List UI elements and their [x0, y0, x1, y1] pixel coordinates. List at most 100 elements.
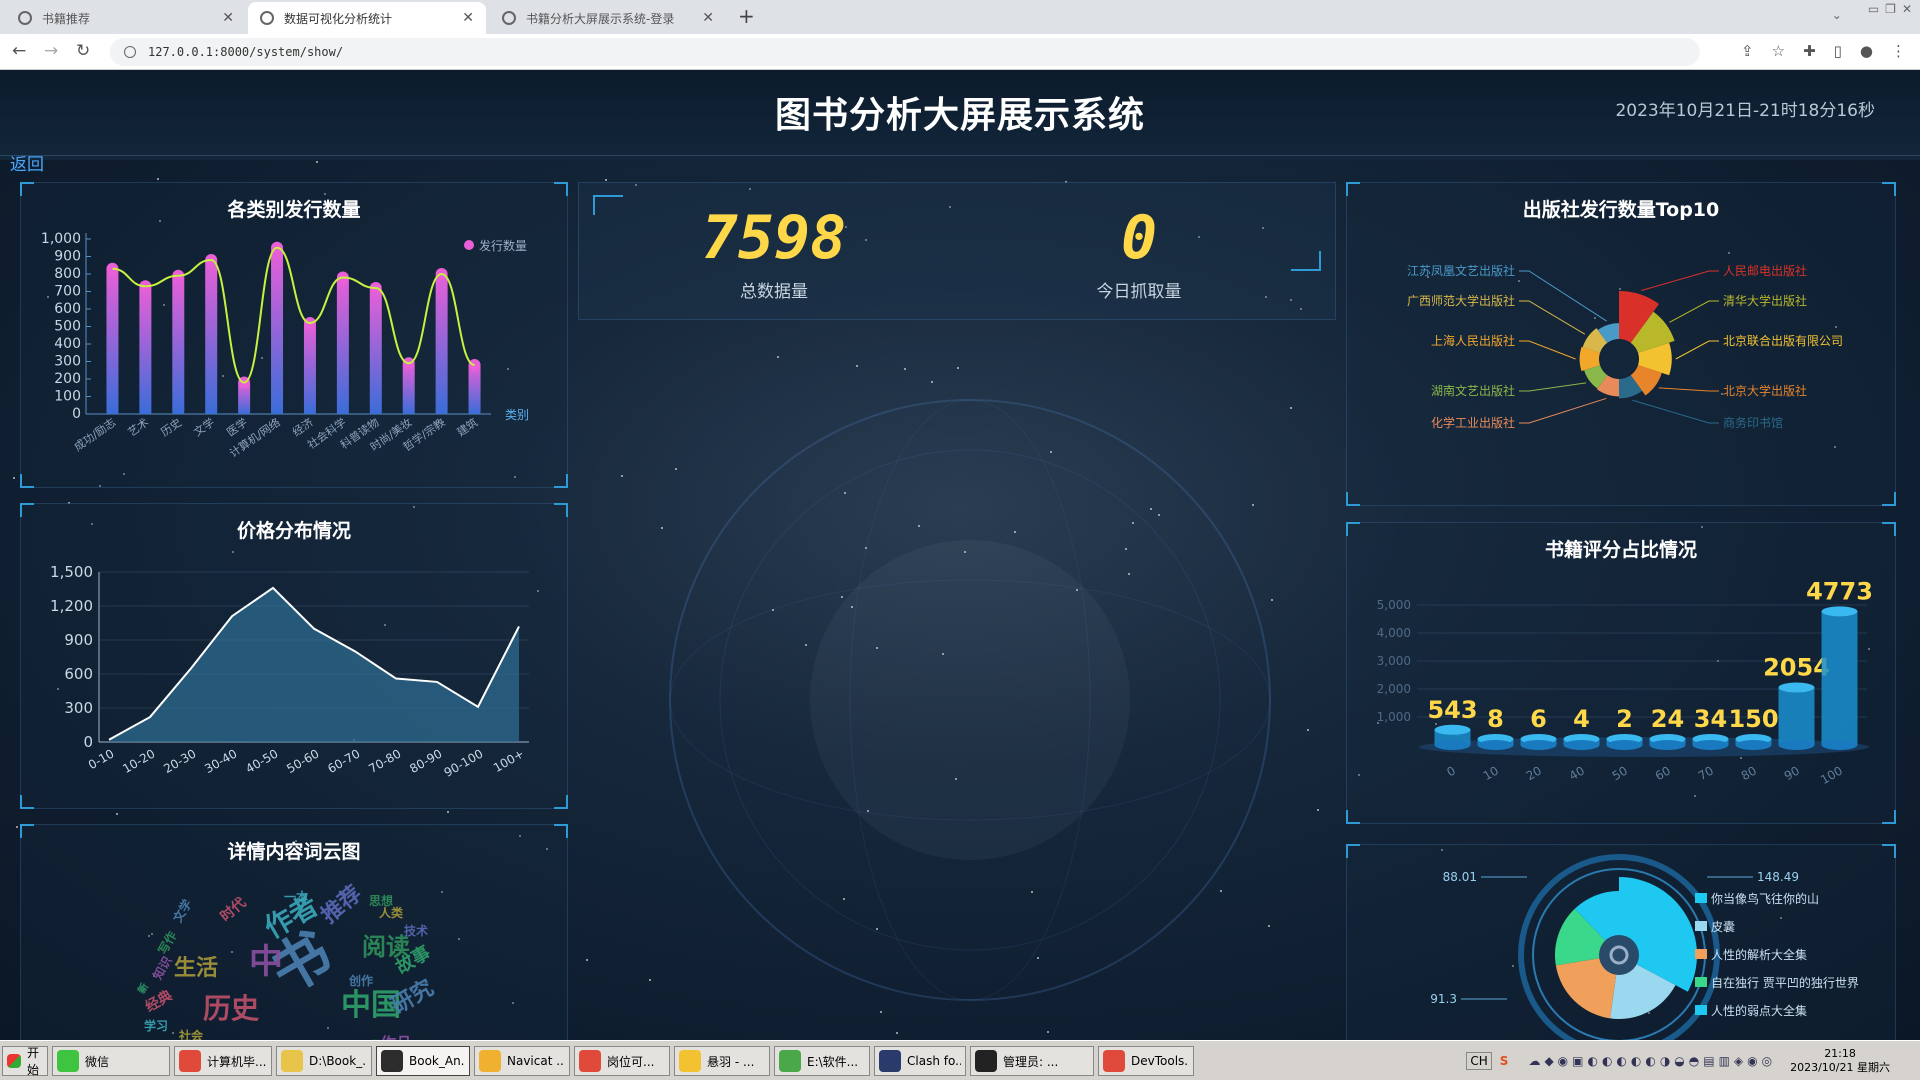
tab-book-recommend[interactable]: 书籍推荐 ✕ — [6, 2, 246, 34]
x-tick-label: 30-40 — [202, 746, 239, 776]
cloud-word: 写作 — [155, 929, 180, 957]
clock-time: 21:18 — [1824, 1047, 1856, 1060]
x-tick-label: 艺术 — [126, 416, 151, 439]
rating-bar-cap — [1778, 682, 1815, 693]
taskbar-item[interactable]: Book_An... — [376, 1046, 470, 1076]
legend-marker — [464, 240, 474, 250]
start-label: 开始 — [27, 1046, 40, 1077]
reload-icon[interactable]: ↻ — [76, 41, 90, 61]
y-tick-label: 5,000 — [1377, 598, 1411, 612]
cloud-word: 中 — [249, 942, 283, 982]
category-bar — [172, 275, 185, 414]
close-icon[interactable]: ✕ — [462, 10, 474, 26]
taskbar-item[interactable]: Clash fo... — [874, 1046, 966, 1076]
close-window-icon[interactable]: ✕ — [1902, 2, 1912, 22]
cloud-word: 生活 — [174, 956, 218, 981]
x-tick-label: 40 — [1567, 763, 1587, 783]
minimize-icon[interactable]: ▭ — [1868, 2, 1879, 22]
sidepanel-icon[interactable]: ▯ — [1834, 42, 1842, 60]
current-datetime: 2023年10月21日-21时18分16秒 — [1615, 101, 1875, 121]
share-icon[interactable]: ⇪ — [1741, 42, 1754, 60]
star — [13, 476, 16, 479]
rating-bar — [1778, 687, 1815, 745]
taskbar-item-label: 微信 — [85, 1054, 110, 1069]
y-tick-label: 600 — [54, 301, 81, 317]
y-tick-label: 500 — [54, 319, 81, 335]
total-count-label: 总数据量 — [740, 282, 808, 302]
tab-label: 书籍分析大屏展示系统-登录 — [526, 11, 675, 26]
y-tick-label: 900 — [64, 631, 93, 649]
tray-icons[interactable]: ☁◆◉▣◐◐◐◐◐◑◒◓▤▥◈◉◎ — [1528, 1054, 1776, 1068]
close-icon[interactable]: ✕ — [702, 10, 714, 26]
y-tick-label: 3,000 — [1377, 654, 1411, 668]
forward-arrow-icon[interactable]: → — [44, 41, 58, 61]
globe-icon — [18, 11, 32, 25]
back-arrow-icon[interactable]: ← — [12, 41, 26, 61]
menu-icon[interactable]: ⋮ — [1891, 42, 1906, 60]
cloud-word: 历史 — [203, 992, 259, 1025]
cloud-word: 社会 — [178, 1028, 204, 1040]
taskbar-item[interactable]: E:\软件... — [774, 1046, 870, 1076]
x-tick-label: 10 — [1481, 763, 1501, 783]
label-leader — [1675, 340, 1719, 360]
info-icon[interactable] — [124, 46, 136, 58]
today-count-label: 今日抓取量 — [1096, 282, 1182, 302]
rating-value-label: 2 — [1616, 705, 1633, 733]
x-tick-label: 60 — [1653, 763, 1673, 783]
taskbar-item[interactable]: Navicat ... — [474, 1046, 570, 1076]
tab-data-analysis[interactable]: 数据可视化分析统计 ✕ — [248, 2, 486, 34]
restore-icon[interactable]: ❐ — [1885, 2, 1896, 22]
clock-date: 2023/10/21 星期六 — [1790, 1061, 1890, 1074]
rating-bar-base — [1606, 740, 1643, 750]
close-icon[interactable]: ✕ — [222, 10, 234, 26]
extensions-icon[interactable]: ✚ — [1803, 42, 1816, 60]
publisher-label: 北京大学出版社 — [1723, 383, 1807, 398]
y-tick-label: 1,200 — [50, 597, 93, 615]
publisher-label: 湖南文艺出版社 — [1431, 383, 1515, 398]
clock[interactable]: 21:18 2023/10/21 星期六 — [1790, 1047, 1890, 1075]
start-button[interactable]: 开始 — [2, 1046, 48, 1077]
x-tick-label: 建筑 — [454, 415, 480, 439]
rating-value-label: 4 — [1573, 705, 1590, 733]
rating-bar-base — [1649, 740, 1686, 750]
label-leader — [1519, 340, 1576, 360]
taskbar-item[interactable]: 悬羽 - ... — [674, 1046, 770, 1076]
taskbar-item-label: 岗位可... — [607, 1054, 655, 1069]
publisher-panel: 出版社发行数量Top10 人民邮电出版社 清华大学出版社 北京联合出版有限公司 北京大… — [1346, 182, 1896, 506]
x-tick-label: 100+ — [491, 746, 527, 775]
notepad-icon — [779, 1050, 801, 1072]
taskbar-item[interactable]: 岗位可... — [574, 1046, 670, 1076]
label-leader — [1519, 397, 1607, 424]
address-bar[interactable]: 127.0.0.1:8000/system/show/ — [110, 38, 1700, 66]
taskbar-item[interactable]: 管理员: ... — [970, 1046, 1094, 1076]
label-leader — [1658, 387, 1719, 392]
y-tick-label: 100 — [54, 389, 81, 405]
star — [157, 178, 160, 181]
y-tick-label: 0 — [72, 406, 81, 422]
star — [604, 178, 607, 181]
tab-login[interactable]: 书籍分析大屏展示系统-登录 ✕ — [490, 2, 726, 34]
rating-bar-base — [1821, 740, 1858, 750]
globe-decoration — [669, 399, 1271, 1001]
chevron-down-icon[interactable]: ⌄ — [1832, 8, 1842, 22]
sogou-icon[interactable]: S — [1500, 1054, 1509, 1068]
ime-indicator[interactable]: CH — [1466, 1052, 1492, 1070]
bookmark-star-icon[interactable]: ☆ — [1772, 42, 1785, 60]
x-tick-label: 60-70 — [325, 746, 362, 776]
new-tab-button[interactable]: + — [738, 4, 755, 28]
back-link[interactable]: 返回 — [10, 150, 44, 175]
category-bar — [139, 286, 152, 414]
today-count: 0 — [1120, 203, 1158, 273]
cloud-word: 推荐 — [316, 881, 366, 929]
taskbar-item[interactable]: 计算机毕... — [174, 1046, 272, 1076]
y-tick-label: 0 — [83, 733, 93, 751]
taskbar-item[interactable]: D:\Book_... — [276, 1046, 372, 1076]
profile-icon[interactable]: ● — [1860, 42, 1873, 60]
cloud-word: 思想 — [369, 893, 393, 908]
taskbar-item[interactable]: DevTools... — [1098, 1046, 1194, 1076]
cloud-word: 创作 — [348, 973, 373, 988]
rating-panel: 书籍评分占比情况 1,000 2,000 3,000 4,000 5,000 543 0 8 1… — [1346, 522, 1896, 824]
taskbar-item[interactable]: 微信 — [52, 1046, 170, 1076]
x-tick-label: 文学 — [191, 415, 217, 439]
rating-bar-cap — [1821, 606, 1858, 617]
